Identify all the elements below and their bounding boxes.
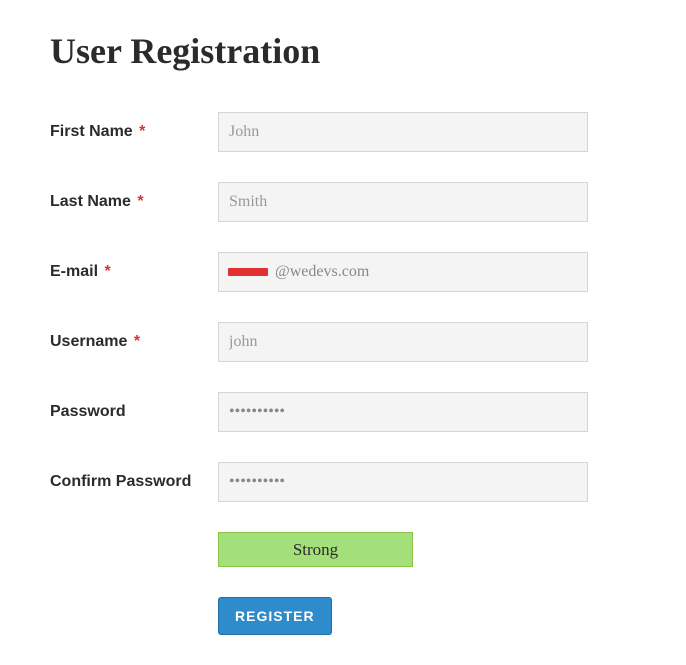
required-asterisk: * <box>139 123 145 140</box>
confirm-password-label-text: Confirm Password <box>50 473 191 490</box>
field-first-name: First Name * <box>50 112 636 152</box>
first-name-input[interactable] <box>218 112 588 152</box>
username-input[interactable] <box>218 322 588 362</box>
email-input[interactable] <box>218 252 588 292</box>
required-asterisk: * <box>104 263 110 280</box>
confirm-password-label: Confirm Password <box>50 473 218 491</box>
confirm-password-input[interactable] <box>218 462 588 502</box>
password-label-text: Password <box>50 403 126 420</box>
username-label: Username * <box>50 333 218 351</box>
field-password: Password <box>50 392 636 432</box>
email-label: E-mail * <box>50 263 218 281</box>
last-name-label-text: Last Name <box>50 193 131 210</box>
required-asterisk: * <box>134 333 140 350</box>
field-confirm-password: Confirm Password <box>50 462 636 502</box>
email-label-text: E-mail <box>50 263 98 280</box>
register-button[interactable]: REGISTER <box>218 597 332 635</box>
last-name-input[interactable] <box>218 182 588 222</box>
password-strength-row: Strong <box>50 532 636 567</box>
last-name-label: Last Name * <box>50 193 218 211</box>
registration-form: First Name * Last Name * E-mail * Userna… <box>50 112 636 635</box>
password-label: Password <box>50 403 218 421</box>
username-label-text: Username <box>50 333 127 350</box>
required-asterisk: * <box>137 193 143 210</box>
first-name-label: First Name * <box>50 123 218 141</box>
first-name-label-text: First Name <box>50 123 133 140</box>
field-last-name: Last Name * <box>50 182 636 222</box>
page-title: User Registration <box>50 30 636 72</box>
field-username: Username * <box>50 322 636 362</box>
field-email: E-mail * <box>50 252 636 292</box>
password-strength-indicator: Strong <box>218 532 413 567</box>
submit-row: REGISTER <box>50 597 636 635</box>
password-input[interactable] <box>218 392 588 432</box>
